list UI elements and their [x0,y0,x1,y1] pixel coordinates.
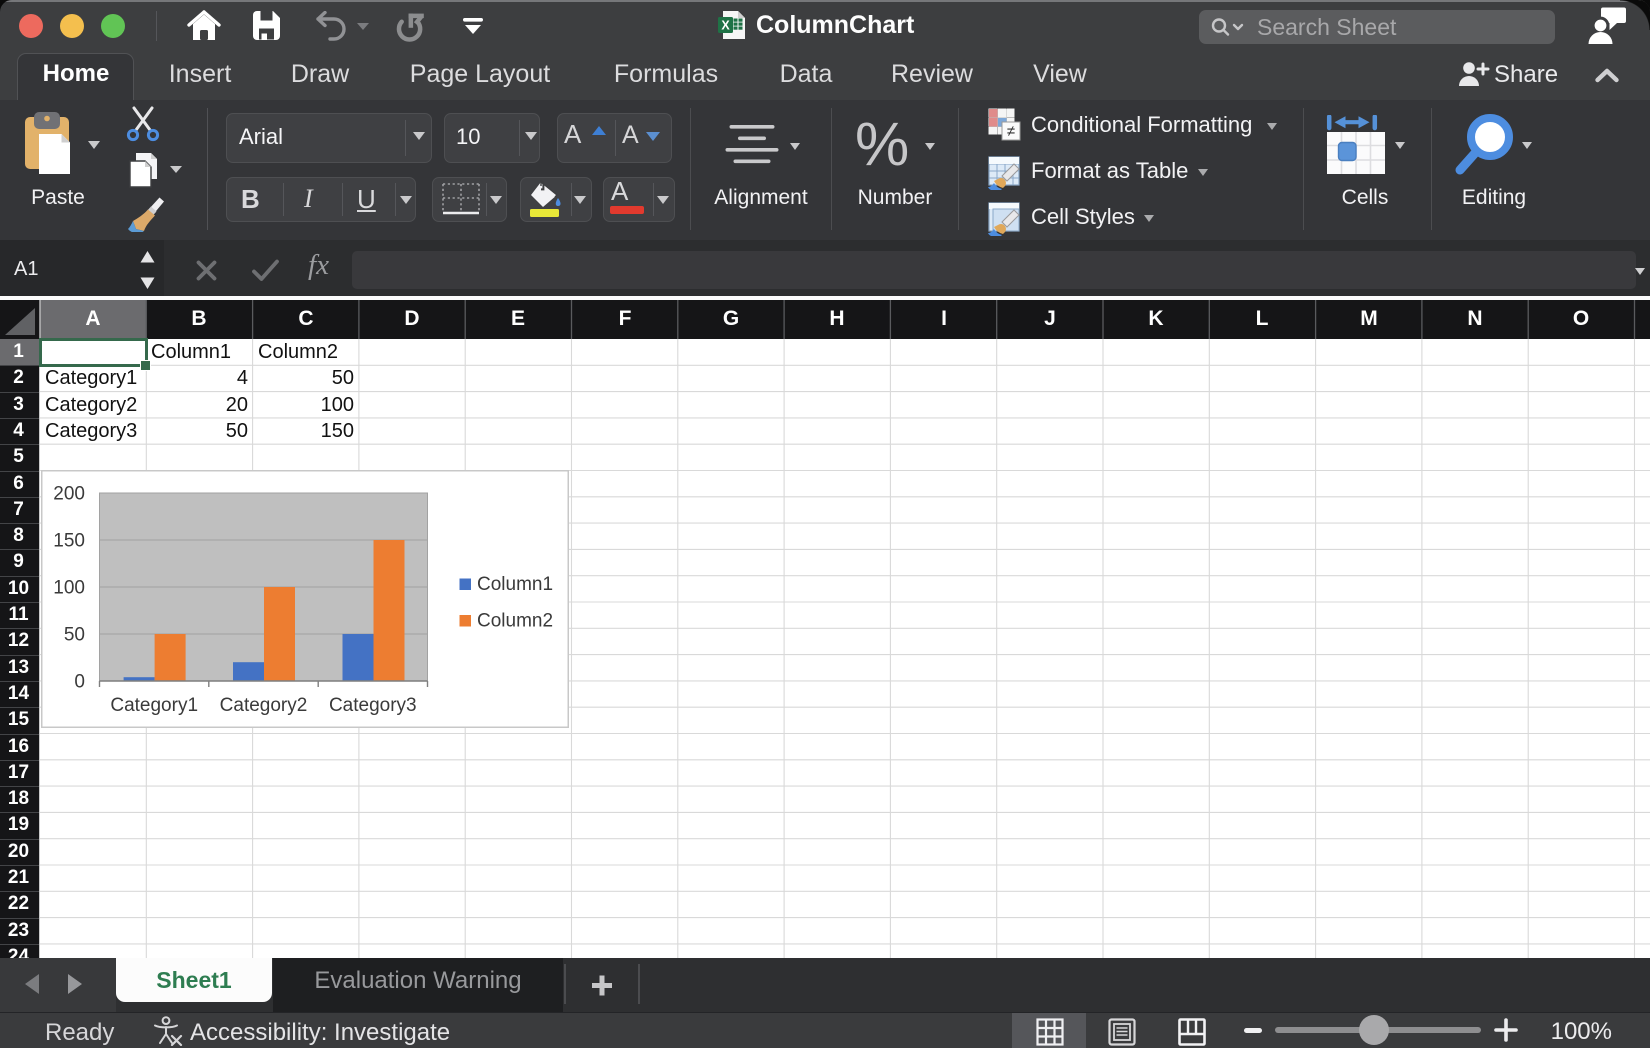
svg-text:Category3: Category3 [328,695,416,716]
svg-text:50: 50 [63,625,84,646]
svg-text:150: 150 [53,531,85,552]
svg-text:Category2: Category2 [219,695,307,716]
svg-text:100: 100 [53,578,85,599]
svg-text:Column1: Column1 [477,574,553,595]
svg-text:Column2: Column2 [477,611,553,632]
svg-text:0: 0 [74,672,85,693]
svg-text:≠: ≠ [1007,123,1015,140]
svg-text:200: 200 [53,484,85,505]
svg-text:X: X [721,19,730,33]
svg-text:Category1: Category1 [110,695,198,716]
